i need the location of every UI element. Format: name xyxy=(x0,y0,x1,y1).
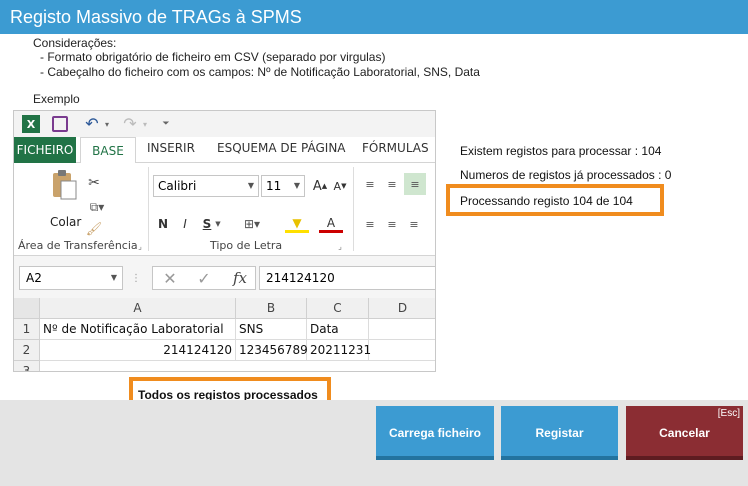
footer-bar: Carrega ficheiro Registar [Esc] Cancelar xyxy=(0,400,748,486)
underline-icon: S xyxy=(202,217,212,231)
formula-bar-grip-icon: ⋮ xyxy=(131,272,141,284)
cancel-shortcut-hint: [Esc] xyxy=(717,408,740,419)
chevron-down-icon: ▼ xyxy=(215,220,221,228)
ribbon: Colar ✂ ⧉▾ 🖌 Área de Transferência ⌟ Cal… xyxy=(14,163,435,256)
align-bottom-icon: ≡ xyxy=(404,173,426,195)
cancel-entry-icon: ✕ xyxy=(163,268,177,288)
name-box-value: A2 xyxy=(26,271,42,285)
font-name-value: Calibri xyxy=(158,179,197,193)
example-label: Exemplo xyxy=(33,92,80,106)
pending-records-text: Existem registos para processar : 104 xyxy=(460,144,662,158)
fill-color-icon: ▼ xyxy=(285,215,309,233)
processing-text: Processando registo 104 de 104 xyxy=(460,194,633,208)
cancel-button-label: Cancelar xyxy=(659,426,710,440)
cut-icon: ✂ xyxy=(88,175,100,191)
confirm-entry-icon: ✓ xyxy=(197,268,211,288)
paste-label: Colar xyxy=(50,215,82,229)
consideration-item: - Cabeçalho do ficheiro com os campos: N… xyxy=(40,65,480,79)
column-header: C xyxy=(307,298,369,319)
chevron-down-icon: ▼ xyxy=(247,181,254,190)
select-all-corner xyxy=(14,298,40,319)
table-cell: 123456789 xyxy=(236,340,308,361)
processed-records-text: Numeros de registos já processados : 0 xyxy=(460,168,672,182)
table-cell: SNS xyxy=(236,319,307,340)
chevron-down-icon: ▼ xyxy=(110,273,117,282)
register-button[interactable]: Registar xyxy=(501,406,618,460)
cancel-button[interactable]: [Esc] Cancelar xyxy=(626,406,743,460)
row-header: 2 xyxy=(14,340,40,361)
row-header: 3 xyxy=(14,361,40,371)
tab-formulas: FÓRMULAS xyxy=(362,141,429,155)
format-painter-icon: 🖌 xyxy=(85,221,103,237)
formula-bar: A2 ▼ ⋮ ✕ ✓ fx 214124120 xyxy=(14,256,435,298)
undo-dropdown-icon: ▾ xyxy=(104,119,109,129)
window-title: Registo Massivo de TRAGs à SPMS xyxy=(0,0,748,34)
clipboard-group-label: Área de Transferência xyxy=(18,239,138,252)
row-header: 1 xyxy=(14,319,40,340)
formula-input: 214124120 xyxy=(259,266,435,290)
column-header: B xyxy=(236,298,307,319)
tab-esquema: ESQUEMA DE PÁGINA xyxy=(217,141,346,155)
processing-highlight: Processando registo 104 de 104 xyxy=(446,184,664,216)
tab-base: BASE xyxy=(80,137,136,164)
ribbon-tabs: FICHEIRO BASE INSERIR ESQUEMA DE PÁGINA … xyxy=(14,137,435,164)
shrink-font-icon: A ▼ xyxy=(333,179,347,193)
dialog-launcher-icon: ⌟ xyxy=(138,241,142,251)
font-group-label: Tipo de Letra xyxy=(210,239,283,252)
align-top-icon: ≡ xyxy=(365,177,375,191)
column-header: A xyxy=(40,298,236,319)
tab-inserir: INSERIR xyxy=(147,141,195,155)
paste-icon xyxy=(50,169,78,201)
customize-qat-icon: ⏷ xyxy=(162,119,170,129)
borders-icon: ⊞▾ xyxy=(243,217,261,231)
excel-example-image: X ↶ ▾ ↷ ▾ ⏷ FICHEIRO BASE INSERIR ESQUEM… xyxy=(13,110,436,372)
upload-file-button[interactable]: Carrega ficheiro xyxy=(376,406,494,460)
considerations-heading: Considerações: xyxy=(33,36,117,50)
consideration-item: - Formato obrigatório de ficheiro em CSV… xyxy=(40,50,386,64)
table-cell: Data xyxy=(307,319,369,340)
spreadsheet-grid: A B C D 1 2 3 Nº de Notificação Laborato… xyxy=(14,298,435,371)
redo-icon: ↷ xyxy=(123,113,137,133)
font-color-icon: A xyxy=(319,215,343,233)
table-cell: 214124120 xyxy=(40,340,236,361)
quick-access-toolbar: X ↶ ▾ ↷ ▾ ⏷ xyxy=(14,111,435,137)
copy-icon: ⧉▾ xyxy=(89,199,105,214)
excel-logo-icon: X xyxy=(22,115,40,133)
table-cell xyxy=(369,319,435,340)
tab-ficheiro: FICHEIRO xyxy=(14,137,76,163)
save-icon xyxy=(52,116,68,132)
grow-font-icon: A ▲ xyxy=(312,178,328,194)
align-right-icon: ≡ xyxy=(409,217,419,231)
redo-dropdown-icon: ▾ xyxy=(142,119,147,129)
undo-icon: ↶ xyxy=(85,113,99,133)
italic-icon: I xyxy=(183,217,187,231)
align-middle-icon: ≡ xyxy=(387,177,397,191)
font-name-select: Calibri ▼ xyxy=(153,175,259,197)
table-cell: Nº de Notificação Laboratorial xyxy=(40,319,236,340)
table-cell xyxy=(369,340,435,361)
bold-icon: N xyxy=(157,217,169,231)
insert-function-icon: fx xyxy=(232,269,247,287)
align-left-icon: ≡ xyxy=(365,217,375,231)
column-header: D xyxy=(369,298,435,319)
name-box: A2 ▼ xyxy=(19,266,123,290)
font-size-value: 11 xyxy=(266,179,282,193)
dialog-launcher-icon: ⌟ xyxy=(338,241,342,251)
align-center-icon: ≡ xyxy=(387,217,397,231)
chevron-down-icon: ▼ xyxy=(293,181,300,190)
font-size-select: 11 ▼ xyxy=(261,175,305,197)
table-cell: 20211231 xyxy=(307,340,371,361)
